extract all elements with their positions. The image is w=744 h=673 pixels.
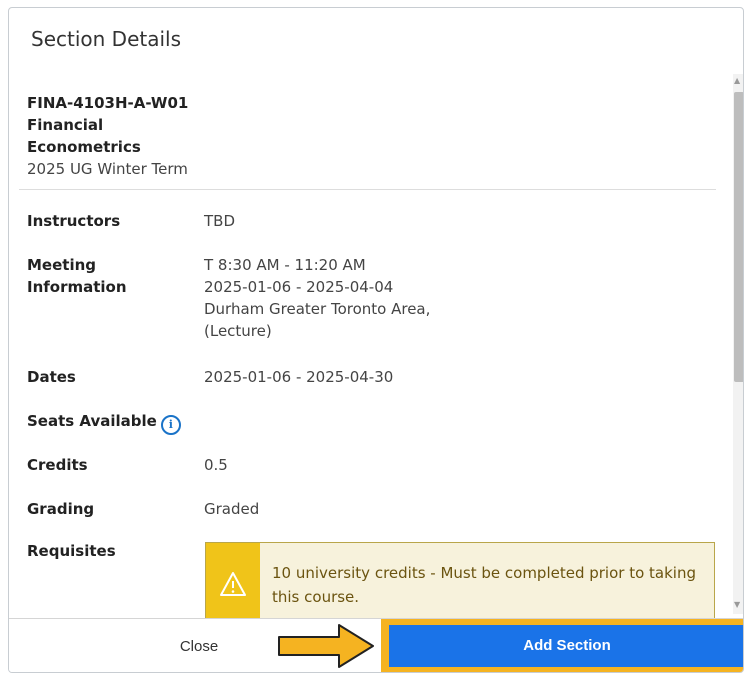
warning-icon xyxy=(220,572,246,596)
info-icon[interactable]: i xyxy=(160,415,181,435)
grading-label: Grading xyxy=(27,500,95,518)
seats-available-label: Seats Available xyxy=(27,412,157,430)
meeting-dates: 2025-01-06 - 2025-04-04 xyxy=(204,278,394,296)
add-section-button[interactable]: Add Section xyxy=(389,625,743,667)
divider xyxy=(19,189,716,190)
course-term: 2025 UG Winter Term xyxy=(27,160,188,178)
section-details-dialog: Section Details FINA-4103H-A-W01 Financi… xyxy=(8,7,744,673)
dialog-title: Section Details xyxy=(31,27,181,51)
requisites-label: Requisites xyxy=(27,542,116,560)
meeting-location: Durham Greater Toronto Area, xyxy=(204,300,431,318)
grading-value: Graded xyxy=(204,500,260,518)
dialog-content: FINA-4103H-A-W01 Financial Econometrics … xyxy=(9,74,731,618)
course-header: FINA-4103H-A-W01 Financial Econometrics … xyxy=(27,92,227,180)
instructors-label: Instructors xyxy=(27,212,121,230)
credits-value: 0.5 xyxy=(204,456,228,474)
dates-label: Dates xyxy=(27,368,76,386)
meeting-type: (Lecture) xyxy=(204,322,272,340)
requisite-text: 10 university credits - Must be complete… xyxy=(272,564,696,606)
dates-value: 2025-01-06 - 2025-04-30 xyxy=(204,368,394,386)
credits-label: Credits xyxy=(27,456,88,474)
dialog-footer: Close Add Section xyxy=(9,618,743,672)
seats-available-row: Seats Available i xyxy=(27,410,181,435)
course-code: FINA-4103H-A-W01 xyxy=(27,94,189,112)
scroll-thumb[interactable] xyxy=(734,92,743,382)
meeting-label-line1: Meeting xyxy=(27,256,97,274)
scroll-up-icon[interactable]: ▲ xyxy=(734,76,740,85)
instructors-value: TBD xyxy=(204,212,236,230)
requisite-alert: 10 university credits - Must be complete… xyxy=(205,542,715,618)
scrollbar[interactable]: ▲ ▼ xyxy=(733,74,743,614)
arrow-right-icon xyxy=(278,624,374,668)
meeting-time: T 8:30 AM - 11:20 AM xyxy=(204,256,366,274)
course-name: Financial Econometrics xyxy=(27,116,141,156)
meeting-label-line2: Information xyxy=(27,278,127,296)
scroll-down-icon[interactable]: ▼ xyxy=(734,600,740,609)
alert-icon-box xyxy=(206,543,260,618)
